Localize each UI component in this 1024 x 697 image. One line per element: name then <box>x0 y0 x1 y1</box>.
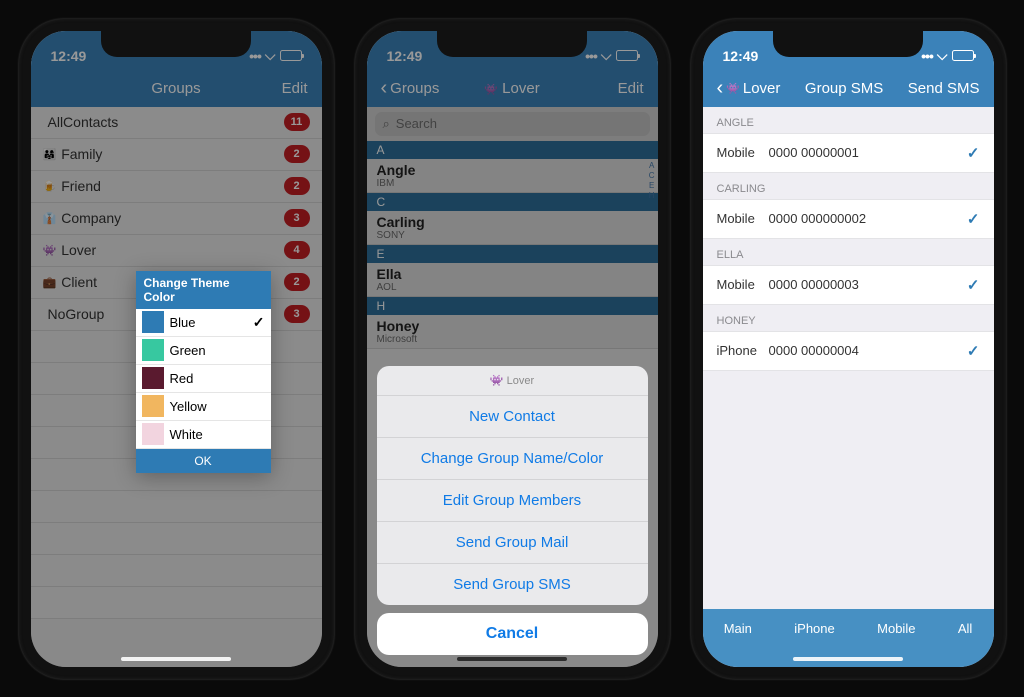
wifi-icon: ⌵ <box>937 47 948 64</box>
phone-number: 0000 000000002 <box>769 211 967 226</box>
lover-icon: 👾 <box>490 375 504 387</box>
sms-row[interactable]: iPhone0000 00000004✓ <box>703 331 994 371</box>
cellular-icon: ••• <box>921 48 933 64</box>
action-sheet: 👾 Lover New ContactChange Group Name/Col… <box>377 366 648 655</box>
sheet-item[interactable]: New Contact <box>377 396 648 438</box>
checkmark-icon: ✓ <box>967 144 980 162</box>
color-swatch <box>142 423 164 445</box>
color-option[interactable]: Blue <box>136 309 271 337</box>
color-label: Green <box>170 343 206 358</box>
phone-type: Mobile <box>717 145 769 160</box>
chevron-left-icon <box>717 80 724 97</box>
color-swatch <box>142 395 164 417</box>
popup-title: Change Theme Color <box>136 271 271 309</box>
color-option[interactable]: Yellow <box>136 393 271 421</box>
status-time: 12:49 <box>723 48 759 64</box>
color-swatch <box>142 339 164 361</box>
color-option[interactable]: White <box>136 421 271 449</box>
phone-type: Mobile <box>717 211 769 226</box>
phone-group-detail: 12:49 ••• ⌵ Groups 👾 Lover Edit <box>355 19 670 679</box>
section-header: CARLING <box>703 173 994 199</box>
sms-row[interactable]: Mobile0000 00000001✓ <box>703 133 994 173</box>
sheet-cancel-button[interactable]: Cancel <box>377 613 648 655</box>
color-option[interactable]: Green <box>136 337 271 365</box>
checkmark-icon: ✓ <box>967 276 980 294</box>
battery-icon <box>952 50 974 61</box>
phone-groups: 12:49 ••• ⌵ Groups Edit AllContacts11👨‍👩… <box>19 19 334 679</box>
phone-type: iPhone <box>717 343 769 358</box>
home-indicator[interactable] <box>457 657 567 661</box>
checkmark-icon: ✓ <box>967 342 980 360</box>
popup-ok-button[interactable]: OK <box>136 449 271 473</box>
sheet-item[interactable]: Send Group SMS <box>377 564 648 605</box>
tab-item[interactable]: iPhone <box>794 621 834 636</box>
phone-number: 0000 00000004 <box>769 343 967 358</box>
nav-bar: 👾 Lover Group SMS Send SMS <box>703 71 994 107</box>
color-option[interactable]: Red <box>136 365 271 393</box>
checkmark-icon: ✓ <box>967 210 980 228</box>
phone-group-sms: 12:49 ••• ⌵ 👾 Lover Group SMS Send SMS A… <box>691 19 1006 679</box>
nav-title: Group SMS <box>780 80 907 97</box>
tab-item[interactable]: Mobile <box>877 621 915 636</box>
color-swatch <box>142 311 164 333</box>
theme-color-popup: Change Theme Color Blue Green Red Yellow Whi… <box>136 271 271 473</box>
sheet-item[interactable]: Edit Group Members <box>377 480 648 522</box>
tab-item[interactable]: Main <box>724 621 752 636</box>
color-swatch <box>142 367 164 389</box>
notch <box>437 31 587 57</box>
phone-number: 0000 00000001 <box>769 145 967 160</box>
notch <box>101 31 251 57</box>
phone-number: 0000 00000003 <box>769 277 967 292</box>
color-label: White <box>170 427 203 442</box>
notch <box>773 31 923 57</box>
send-sms-button[interactable]: Send SMS <box>908 80 980 97</box>
sheet-item[interactable]: Change Group Name/Color <box>377 438 648 480</box>
home-indicator[interactable] <box>793 657 903 661</box>
phone-type: Mobile <box>717 277 769 292</box>
sheet-title: 👾 Lover <box>377 366 648 396</box>
sms-row[interactable]: Mobile0000 000000002✓ <box>703 199 994 239</box>
sheet-item[interactable]: Send Group Mail <box>377 522 648 564</box>
sms-row[interactable]: Mobile0000 00000003✓ <box>703 265 994 305</box>
lover-icon: 👾 <box>726 82 740 95</box>
back-button[interactable]: 👾 Lover <box>717 80 781 97</box>
home-indicator[interactable] <box>121 657 231 661</box>
section-header: ANGLE <box>703 107 994 133</box>
checkmark-icon <box>253 314 265 331</box>
tab-item[interactable]: All <box>958 621 972 636</box>
color-label: Red <box>170 371 194 386</box>
section-header: ELLA <box>703 239 994 265</box>
color-label: Blue <box>170 315 196 330</box>
color-label: Yellow <box>170 399 207 414</box>
section-header: HONEY <box>703 305 994 331</box>
